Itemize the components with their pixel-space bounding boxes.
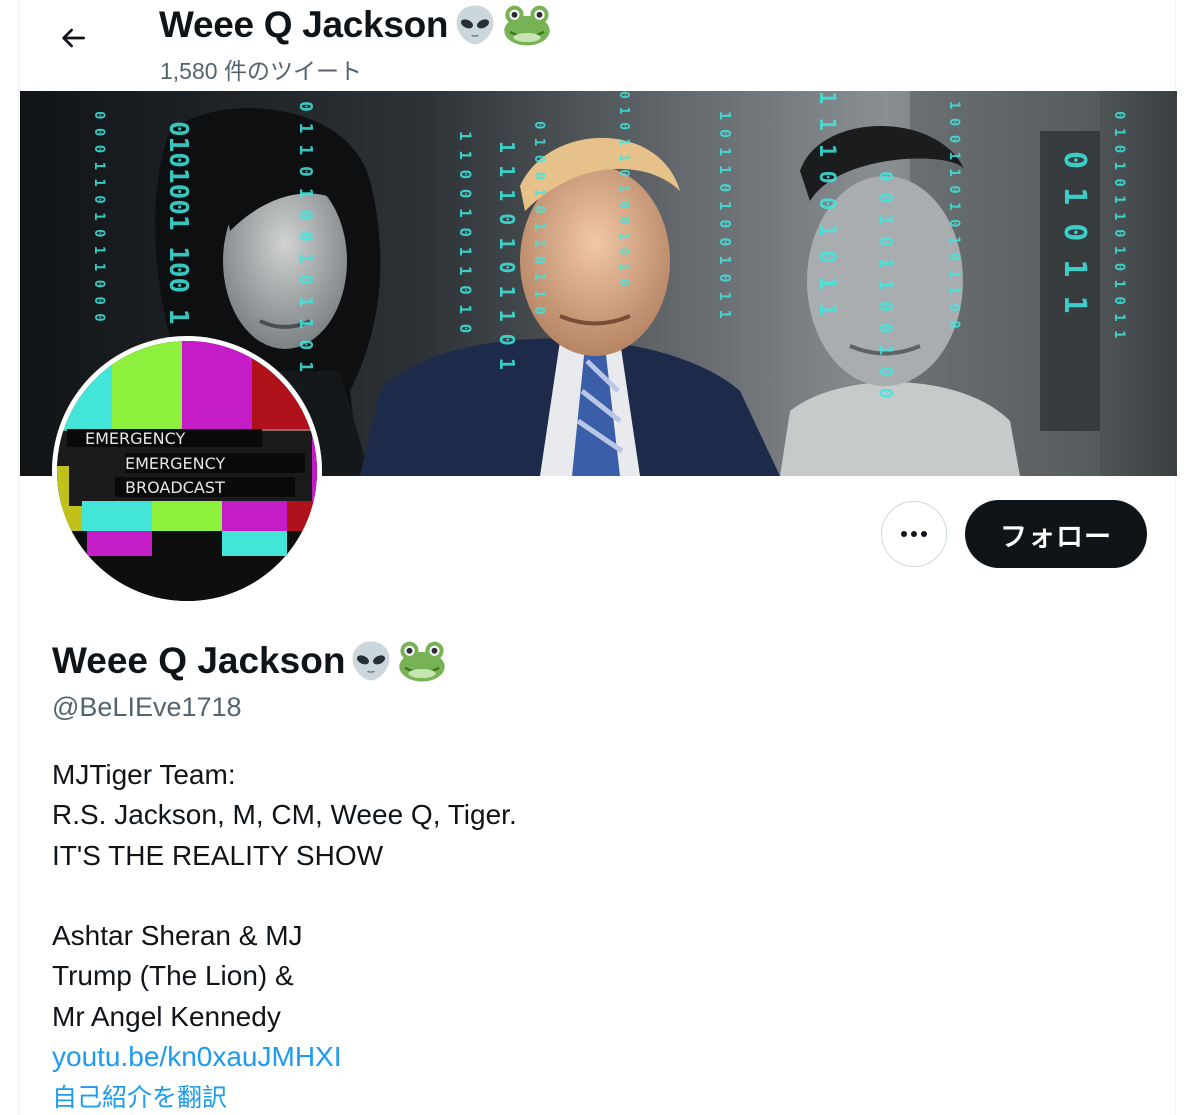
- avatar-text-line-2: EMERGENCY: [125, 454, 226, 473]
- svg-text:1 0 1 1 0 1 0 0 1 0 1 1: 1 0 1 1 0 1 0 0 1 0 1 1: [716, 111, 734, 319]
- profile-avatar[interactable]: EMERGENCY EMERGENCY BROADCAST: [52, 336, 322, 606]
- test-pattern-graphic: EMERGENCY EMERGENCY BROADCAST: [57, 341, 317, 601]
- translate-bio-link[interactable]: 自己紹介を翻訳: [52, 1078, 227, 1114]
- header-display-name: Weee Q Jackson: [159, 4, 449, 45]
- back-button[interactable]: [51, 16, 95, 60]
- profile-page: Weee Q Jackson 1,580 件のツイート 0101001 100 …: [0, 0, 1200, 1115]
- follow-button[interactable]: フォロー: [965, 500, 1147, 568]
- bio-line: Ashtar Sheran & MJ: [52, 920, 303, 952]
- svg-text:0 1 1 0 1 0 0 1 0 1 1 0 1: 0 1 1 0 1 0 0 1 0 1 1 0 1: [295, 101, 316, 372]
- avatar-text-line-3: BROADCAST: [125, 478, 225, 497]
- svg-text:1 1 1 0 0 1 0 1 1: 1 1 1 0 0 1 0 1 1: [814, 91, 839, 316]
- svg-text:1 1 0 0 1 0 1 1 0 1 0: 1 1 0 0 1 0 1 1 0 1 0: [456, 131, 475, 333]
- more-horizontal-icon: [901, 531, 927, 537]
- bio-line: IT'S THE REALITY SHOW: [52, 839, 384, 871]
- svg-text:0 1 0 1 1 0 1 0 0 1 0 1 0: 0 1 0 1 1 0 1 0 0 1 0 1 0: [616, 91, 631, 287]
- bio-line: Trump (The Lion) &: [52, 960, 294, 992]
- frog-icon: [399, 641, 446, 682]
- svg-text:1 0 0 1 1 0 1 0 1 0 1 1 0 0: 1 0 0 1 1 0 1 0 1 0 1 1 0 0: [946, 101, 962, 329]
- profile-handle: @BeLIEve1718: [52, 692, 242, 722]
- svg-text:0 1 0 1 1: 0 1 0 1 1: [1057, 151, 1092, 314]
- alien-icon: [456, 5, 494, 45]
- svg-text:0 1 0 1 0 1 1 0 1 0 1 0 1 1: 0 1 0 1 0 1 1 0 1 0 1 0 1 1: [1111, 111, 1127, 339]
- frog-icon: [504, 5, 550, 46]
- header-title: Weee Q Jackson: [159, 2, 552, 48]
- main-column: Weee Q Jackson 1,580 件のツイート 0101001 100 …: [18, 0, 1177, 1115]
- bio-line: [52, 876, 1052, 916]
- avatar-text-line-1: EMERGENCY: [85, 429, 186, 448]
- avatar-image: EMERGENCY EMERGENCY BROADCAST: [57, 341, 317, 601]
- profile-display-name-row: Weee Q Jackson: [52, 638, 447, 684]
- bio-line: MJTiger Team:: [52, 759, 236, 790]
- tweet-count: 1,580 件のツイート: [160, 58, 362, 84]
- bio-line: R.S. Jackson, M, CM, Weee Q, Tiger.: [52, 799, 517, 831]
- bio-link[interactable]: youtu.be/kn0xauJMHXI: [52, 1041, 342, 1072]
- profile-bio: MJTiger Team: R.S. Jackson, M, CM, Weee …: [52, 755, 1052, 1077]
- svg-text:0 1 0 0 1 0 1 1 0 1 1 0: 0 1 0 0 1 0 1 1 0 1 1 0: [531, 121, 547, 315]
- svg-text:0 0 0 1 1 0 1 0 1 1 0 0 0: 0 0 0 1 1 0 1 0 1 1 0 0 0: [91, 111, 107, 322]
- arrow-left-icon: [62, 28, 85, 48]
- bio-line: Mr Angel Kennedy: [52, 1000, 281, 1032]
- profile-display-name: Weee Q Jackson: [52, 640, 346, 681]
- svg-text:0 0 1 0 1 1 0 0 1 0 0: 0 0 1 0 1 1 0 0 1 0 0: [875, 171, 896, 399]
- alien-icon: [353, 641, 390, 681]
- more-button[interactable]: [881, 501, 947, 567]
- svg-text:1 1 1 0 1 0 1 1 0 1: 1 1 1 0 1 0 1 1 0 1: [495, 141, 519, 370]
